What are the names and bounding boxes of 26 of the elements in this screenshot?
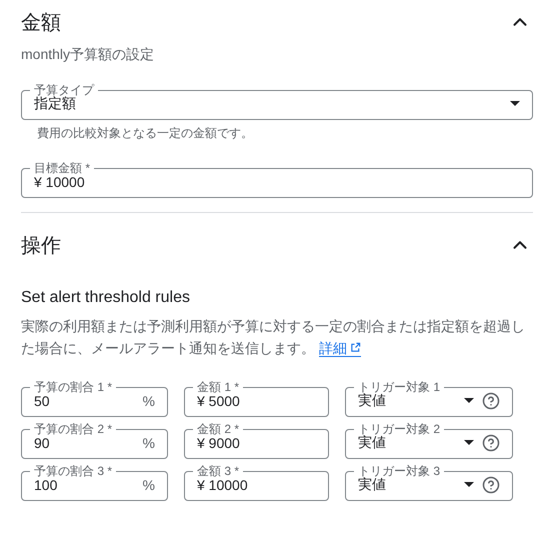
- caret-icon: [510, 101, 520, 106]
- caret-icon: [464, 482, 474, 487]
- amount-field[interactable]: 金額 3 * ¥ 10000: [184, 465, 329, 501]
- budget-type-select[interactable]: 予算タイプ 指定額: [21, 84, 533, 120]
- target-amount-field[interactable]: 目標金額 * ¥ 10000: [21, 162, 533, 198]
- trigger-select[interactable]: トリガー対象 2 実値: [345, 423, 513, 459]
- amount-field[interactable]: 金額 1 * ¥ 5000: [184, 381, 329, 417]
- external-link-icon: [350, 342, 361, 353]
- help-icon[interactable]: [482, 392, 500, 410]
- help-icon[interactable]: [482, 476, 500, 494]
- caret-icon: [464, 440, 474, 445]
- section-title: 金額: [21, 10, 61, 36]
- percent-field[interactable]: 予算の割合 2 * 90 %: [21, 423, 168, 459]
- trigger-select[interactable]: トリガー対象 3 実値: [345, 465, 513, 501]
- percent-field[interactable]: 予算の割合 1 * 50 %: [21, 381, 168, 417]
- section-title: 操作: [21, 234, 61, 258]
- help-icon[interactable]: [482, 434, 500, 452]
- rules-description: 実際の利用額または予測利用額が予算に対する一定の割合または指定額を超過した場合に、メールアラート通知を送信します。 詳細: [21, 317, 526, 359]
- caret-icon: [464, 398, 474, 403]
- amount-field[interactable]: 金額 2 * ¥ 9000: [184, 423, 329, 459]
- rules-heading: Set alert threshold rules: [21, 289, 191, 307]
- trigger-select[interactable]: トリガー対象 1 実値: [345, 381, 513, 417]
- helper-text: 費用の比較対象となる一定の金額です。: [37, 125, 254, 142]
- section-subtitle: monthly予算額の設定: [21, 46, 156, 64]
- percent-field[interactable]: 予算の割合 3 * 100 %: [21, 465, 168, 501]
- details-link[interactable]: 詳細: [318, 340, 361, 357]
